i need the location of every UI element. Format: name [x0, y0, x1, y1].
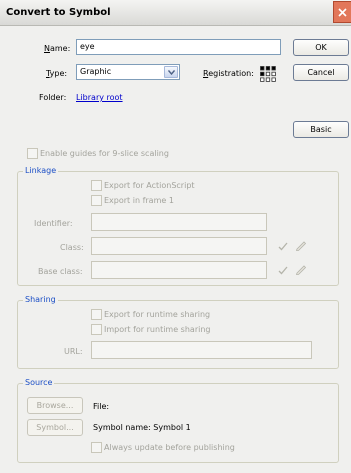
browse-button[interactable]: Browse... [27, 397, 83, 414]
nine-slice-checkbox[interactable] [27, 148, 38, 159]
convert-to-symbol-dialog: Convert to Symbol Name: eye Type: Graphi… [0, 0, 351, 473]
file-label: File: [93, 402, 110, 411]
library-root-link[interactable]: Library root [76, 93, 123, 102]
registration-grid-icon[interactable] [260, 66, 276, 82]
type-label: Type: [46, 69, 68, 78]
check-icon[interactable] [277, 240, 289, 252]
pencil-icon[interactable] [295, 263, 307, 275]
window-title: Convert to Symbol [6, 7, 111, 18]
linkage-title: Linkage [23, 166, 59, 175]
identifier-label: Identifier: [34, 219, 73, 228]
sharing-title: Sharing [23, 295, 58, 304]
pencil-icon[interactable] [295, 239, 307, 251]
type-select-value: Graphic [80, 67, 112, 76]
export-actionscript-label: Export for ActionScript [104, 181, 195, 190]
export-runtime-label: Export for runtime sharing [104, 310, 211, 319]
chevron-down-icon[interactable] [164, 66, 178, 78]
class-input[interactable] [91, 237, 267, 255]
close-button[interactable] [333, 1, 351, 23]
registration-label: Registration: [203, 69, 254, 78]
import-runtime-checkbox[interactable] [91, 324, 102, 335]
base-class-input[interactable] [91, 261, 267, 279]
cancel-button[interactable]: Cancel [293, 64, 349, 81]
export-runtime-checkbox[interactable] [91, 309, 102, 320]
export-frame1-checkbox[interactable] [91, 195, 102, 206]
export-frame1-label: Export in frame 1 [104, 196, 174, 205]
name-label-rest: ame: [49, 44, 71, 53]
folder-label: Folder: [39, 93, 67, 102]
type-select[interactable]: Graphic [76, 64, 180, 80]
close-icon [338, 7, 347, 17]
always-update-label: Always update before publishing [104, 443, 235, 452]
export-actionscript-checkbox[interactable] [91, 180, 102, 191]
check-icon[interactable] [277, 264, 289, 276]
name-label: Name: [44, 44, 71, 53]
url-label: URL: [64, 347, 83, 356]
identifier-input[interactable] [91, 213, 267, 231]
nine-slice-label: Enable guides for 9-slice scaling [40, 149, 169, 158]
url-input[interactable] [91, 341, 312, 359]
always-update-checkbox[interactable] [91, 442, 102, 453]
symbol-name-text: Symbol name: Symbol 1 [93, 423, 191, 432]
name-input[interactable]: eye [76, 39, 281, 55]
ok-button[interactable]: OK [293, 39, 349, 56]
import-runtime-label: Import for runtime sharing [104, 325, 211, 334]
title-bar: Convert to Symbol [0, 0, 351, 26]
symbol-button[interactable]: Symbol... [27, 419, 83, 436]
basic-button[interactable]: Basic [293, 121, 349, 138]
source-title: Source [23, 378, 55, 387]
class-label: Class: [60, 243, 84, 252]
base-class-label: Base class: [38, 267, 83, 276]
